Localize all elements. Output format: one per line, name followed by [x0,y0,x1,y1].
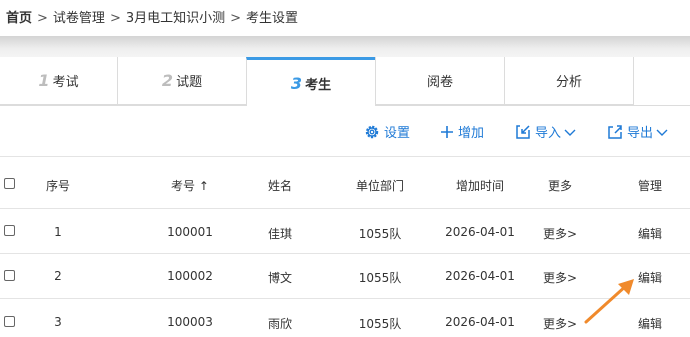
tab-label: 分析 [555,75,582,90]
tab-bottom-border [0,105,247,106]
row-checkbox[interactable] [4,316,15,327]
breadcrumb-item-exam-management[interactable]: 试卷管理 [53,11,105,26]
row-checkbox[interactable] [4,270,15,281]
header-department: 单位部门 [355,179,404,193]
header-candidate-id-label: 考号 [171,179,196,193]
chevron-down-icon [656,129,668,136]
export-dropdown[interactable]: 导出 [607,122,672,141]
table-top-border [0,156,690,157]
cell-name: 博文 [267,271,292,285]
settings-label: 设置 [384,126,411,141]
cell-index: 1 [54,225,62,239]
cell-name: 佳琪 [267,227,292,241]
tab-grading[interactable]: 阅卷 [375,57,505,105]
step-tabs: 1 考试 2 试题 3 考生 阅卷 分析 [0,57,690,106]
import-label: 导入 [535,126,562,141]
cell-added-time: 2026-04-01 [445,315,515,329]
cell-department: 1055队 [358,317,402,331]
breadcrumb-bar: 首页 > 试卷管理 >3月电工知识小测 > 考生设置 [0,0,690,36]
cell-index: 3 [54,315,62,329]
breadcrumb-separator: > [109,11,121,26]
tab-label: 阅卷 [426,75,453,90]
export-label: 导出 [627,126,654,141]
tab-label: 考试 [52,75,79,90]
plus-icon [441,125,453,138]
breadcrumb-item-current: 考生设置 [246,11,299,26]
cell-name: 雨欣 [267,317,292,331]
add-button[interactable]: 增加 [440,122,484,141]
more-link[interactable]: 更多> [535,269,585,286]
breadcrumb: 首页 > 试卷管理 >3月电工知识小测 > 考生设置 [6,7,298,26]
add-label: 增加 [458,126,485,141]
gear-icon [365,125,379,138]
sort-ascending-icon: ↑ [198,179,209,193]
more-link[interactable]: 更多> [535,225,585,242]
breadcrumb-separator: > [37,11,48,26]
header-name: 姓名 [267,179,292,193]
select-all-checkbox[interactable] [4,178,15,189]
header-more: 更多 [547,179,572,193]
breadcrumb-separator: > [230,11,242,26]
export-icon [608,124,622,139]
header-manage: 管理 [637,179,662,193]
tab-exam[interactable]: 1 考试 [0,57,118,105]
more-link[interactable]: 更多> [535,315,585,332]
cell-candidate-id: 100003 [167,315,213,329]
cell-candidate-id: 100002 [167,269,213,283]
chevron-down-icon [564,129,576,136]
breadcrumb-item-exam[interactable]: 3月电工知识小测 [126,11,225,26]
cell-candidate-id: 100001 [167,225,213,239]
header-shadow [0,36,690,58]
tab-step-number: 3 [290,73,303,93]
cell-department: 1055队 [358,271,402,285]
row-checkbox[interactable] [4,225,15,236]
header-candidate-id[interactable]: 考号 ↑ [160,177,220,194]
import-icon [516,124,530,139]
breadcrumb-home[interactable]: 首页 [6,11,32,26]
tab-candidates[interactable]: 3 考生 [246,57,376,106]
tab-label: 试题 [176,75,203,90]
settings-button[interactable]: 设置 [364,122,410,141]
tab-questions[interactable]: 2 试题 [117,57,247,105]
cell-added-time: 2026-04-01 [445,225,515,239]
edit-link[interactable]: 编辑 [625,225,675,242]
tab-step-number: 2 [161,71,174,90]
header-index: 序号 [45,179,70,193]
header-added-time: 增加时间 [455,179,504,193]
cell-department: 1055队 [358,227,402,241]
annotation-arrow-icon [584,279,634,324]
cell-added-time: 2026-04-01 [445,269,515,283]
tab-step-number: 1 [38,71,50,90]
tab-analysis[interactable]: 分析 [504,57,634,105]
tab-bottom-border [375,105,690,106]
import-dropdown[interactable]: 导入 [515,122,580,141]
row-divider [0,253,690,254]
tab-label: 考生 [305,77,332,93]
cell-index: 2 [54,269,62,283]
row-divider [0,208,690,209]
